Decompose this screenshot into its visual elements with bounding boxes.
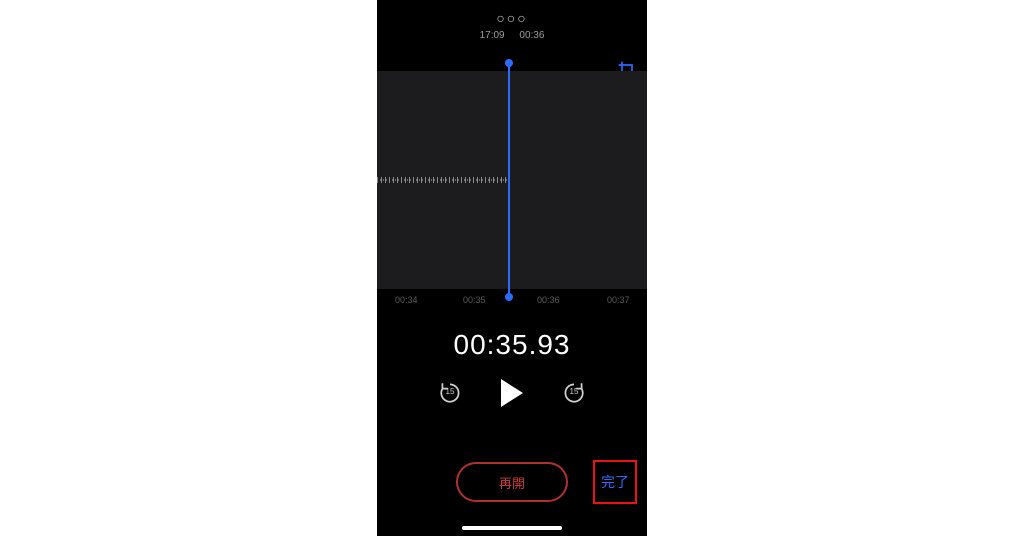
tick-label: 00:37 (607, 295, 630, 305)
bottom-bar: 再開 完了 (377, 462, 647, 506)
resume-record-button[interactable]: 再開 (456, 462, 568, 502)
tick-label: 00:36 (537, 295, 560, 305)
header-times: 17:09 00:36 (377, 30, 647, 41)
timeline-ticks: 00:34 00:35 00:36 00:37 (377, 289, 647, 311)
clock-time: 17:09 (480, 30, 505, 41)
tick-label: 00:34 (395, 295, 418, 305)
header: ○○○ 17:09 00:36 (377, 0, 647, 41)
skip-seconds-label: 15 (437, 387, 463, 396)
waveform (377, 177, 507, 183)
recording-duration: 00:36 (519, 30, 544, 41)
recording-title-dots: ○○○ (377, 10, 647, 26)
play-button[interactable] (501, 379, 523, 407)
play-icon (501, 379, 523, 407)
skip-forward-button[interactable]: 15 (561, 380, 587, 406)
playback-controls: 15 15 (377, 379, 647, 407)
tick-label: 00:35 (463, 295, 486, 305)
resume-label: 再開 (499, 473, 525, 492)
current-time-display: 00:35.93 (377, 329, 647, 361)
voice-memo-edit-screen: ○○○ 17:09 00:36 00:34 00:35 00:36 00:37 … (377, 0, 647, 536)
home-indicator[interactable] (462, 526, 562, 530)
skip-seconds-label: 15 (561, 387, 587, 396)
skip-back-button[interactable]: 15 (437, 380, 463, 406)
waveform-area[interactable] (377, 71, 647, 289)
done-button[interactable]: 完了 (595, 462, 635, 502)
done-highlight-box: 完了 (593, 460, 637, 504)
playhead-cursor[interactable] (508, 63, 510, 297)
